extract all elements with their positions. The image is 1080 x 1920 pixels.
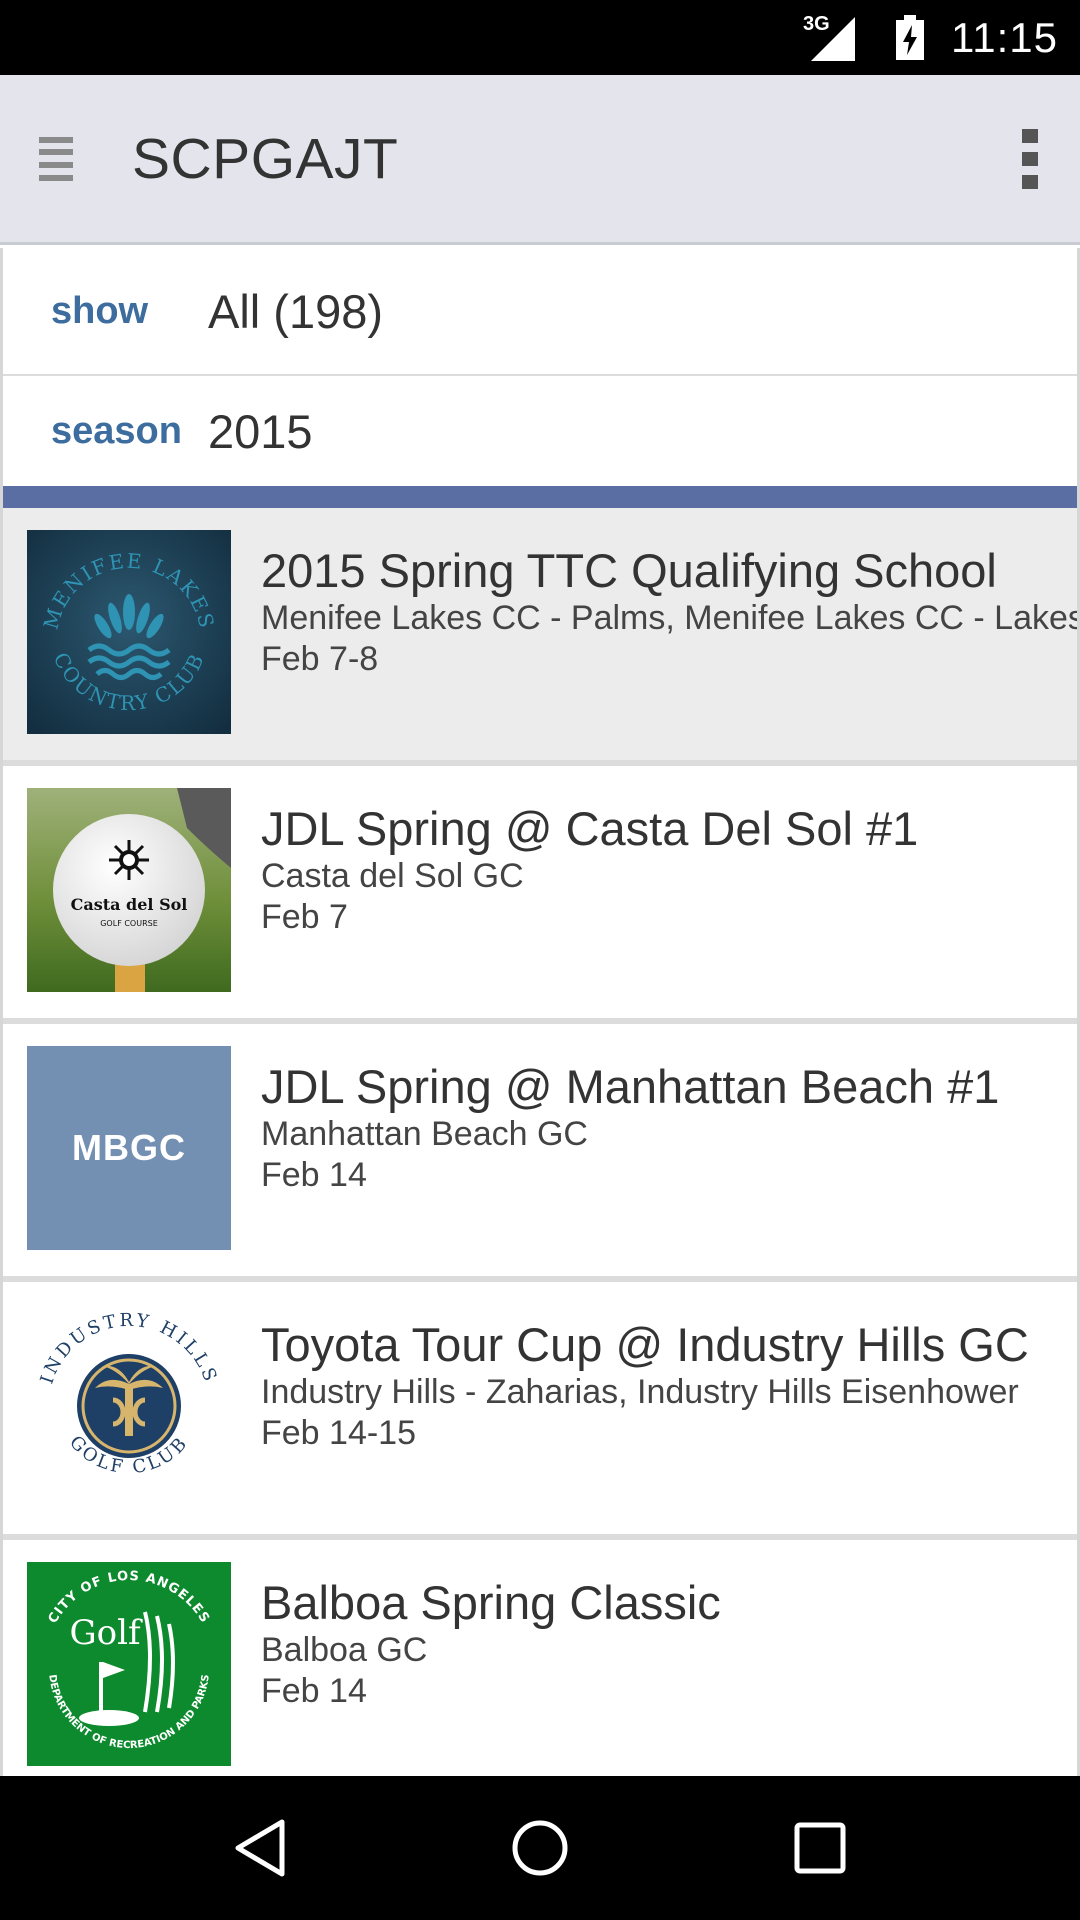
event-list-item[interactable]: CITY OF LOS ANGELES DEPARTMENT OF RECREA… <box>3 1540 1077 1776</box>
event-date: Feb 14-15 <box>261 1414 416 1452</box>
back-triangle-icon <box>235 1819 285 1877</box>
navigation-bar <box>0 1776 1080 1920</box>
event-venue: Manhattan Beach GC <box>261 1115 588 1153</box>
hamburger-menu-icon <box>39 136 73 181</box>
event-date: Feb 14 <box>261 1156 367 1194</box>
home-circle-icon <box>512 1820 568 1876</box>
more-vert-icon <box>1022 128 1038 189</box>
event-venue: Casta del Sol GC <box>261 857 524 895</box>
industry-hills-logo: INDUSTRY HILLS GOLF CLUB <box>27 1304 231 1508</box>
event-list-item[interactable]: INDUSTRY HILLS GOLF CLUB Toyota Tour Cup… <box>3 1282 1077 1540</box>
event-venue: Industry Hills - Zaharias, Industry Hill… <box>261 1373 1019 1411</box>
event-date: Feb 7-8 <box>261 640 379 678</box>
la-golf-logo-text: Golf <box>69 1613 143 1653</box>
status-bar: 3G 11:15 <box>0 0 1080 75</box>
menu-button[interactable] <box>0 74 112 244</box>
event-date: Feb 14 <box>261 1672 367 1710</box>
event-list-item[interactable]: MBGC JDL Spring @ Manhattan Beach #1 Man… <box>3 1024 1077 1282</box>
event-list-item[interactable]: Casta del Sol GOLF COURSE JDL Spring @ C… <box>3 766 1077 1024</box>
show-filter-value[interactable]: All (198) <box>208 284 383 339</box>
status-time: 11:15 <box>951 13 1058 61</box>
menifee-lakes-logo: MENIFEE LAKES COUNTRY CLUB <box>27 530 231 734</box>
season-filter[interactable]: season 2015 <box>3 376 1077 486</box>
show-filter-label: show <box>51 289 149 332</box>
content-area: show All (198) season 2015 MENIFEE LAKES… <box>0 248 1080 1776</box>
season-filter-value[interactable]: 2015 <box>208 404 313 459</box>
la-parks-golf-logo: CITY OF LOS ANGELES DEPARTMENT OF RECREA… <box>27 1562 231 1766</box>
casta-del-sol-logo: Casta del Sol GOLF COURSE <box>27 788 231 992</box>
battery-icon <box>885 13 935 63</box>
mbgc-logo-text: MBGC <box>72 1127 186 1168</box>
casta-logo-subtext: GOLF COURSE <box>100 919 158 928</box>
event-date: Feb 7 <box>261 898 348 936</box>
recents-button[interactable] <box>760 1788 880 1908</box>
event-name: JDL Spring @ Manhattan Beach #1 <box>261 1060 1000 1113</box>
back-button[interactable] <box>200 1788 320 1908</box>
section-divider <box>3 486 1077 508</box>
mbgc-logo: MBGC <box>27 1046 231 1250</box>
app-bar: SCPGAJT <box>0 75 1080 245</box>
network-type-label: 3G <box>803 12 830 35</box>
event-name: JDL Spring @ Casta Del Sol #1 <box>261 802 919 855</box>
event-venue: Balboa GC <box>261 1631 428 1669</box>
recents-square-icon <box>794 1822 846 1874</box>
event-name: Toyota Tour Cup @ Industry Hills GC <box>261 1318 1029 1371</box>
event-venue: Menifee Lakes CC - Palms, Menifee Lakes … <box>261 599 1077 637</box>
home-button[interactable] <box>480 1788 600 1908</box>
casta-logo-text: Casta del Sol <box>71 895 188 914</box>
event-name: Balboa Spring Classic <box>261 1576 721 1629</box>
season-filter-label: season <box>51 409 182 452</box>
show-filter[interactable]: show All (198) <box>3 248 1077 376</box>
event-list-item[interactable]: MENIFEE LAKES COUNTRY CLUB 2015 Spring T <box>3 508 1077 766</box>
overflow-menu-button[interactable] <box>980 74 1080 244</box>
cell-signal-icon: 3G <box>803 13 863 63</box>
app-title: SCPGAJT <box>132 126 399 191</box>
event-name: 2015 Spring TTC Qualifying School <box>261 544 997 597</box>
